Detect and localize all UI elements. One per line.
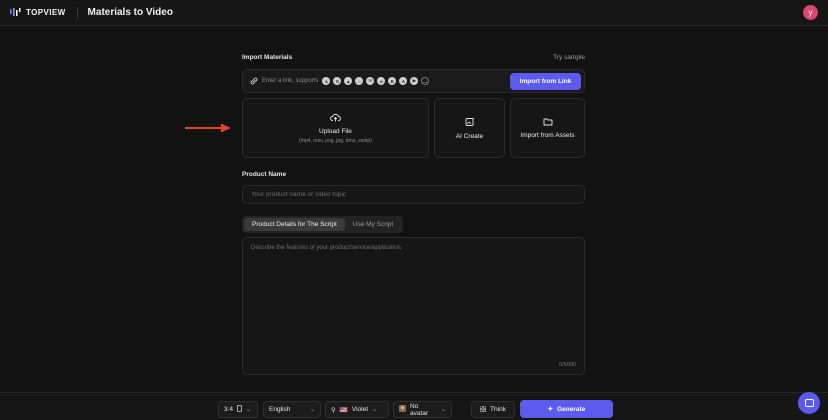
voice-pin-icon: ⚲ [331,406,336,414]
amazon-icon: a [322,77,331,85]
chevron-down-icon: ⌄ [246,407,252,413]
product-description-box: 0/5000 [242,237,585,375]
user-avatar[interactable]: y [803,5,818,20]
appstore-icon: A [399,77,408,85]
generate-button[interactable]: ✦ Generate [520,400,613,418]
chat-support-button[interactable] [798,392,820,414]
ai-create-title: AI Create [455,132,484,140]
ai-create-card[interactable]: AI Create [434,98,505,158]
supported-platforms: a S ▲ ⌂ ✉ e E A ▶ … [322,77,430,85]
generate-label: Generate [557,405,586,413]
main-area: Import Materials Try sample Enter a link… [0,26,828,392]
chevron-down-icon: ⌄ [440,407,446,413]
think-label: Think [490,406,506,413]
script-tabs: Product Details for The Script Use My Sc… [242,216,404,233]
ebay-icon: e [377,77,386,85]
link-input-placeholder[interactable]: Enter a link, supports [262,78,318,84]
folder-icon [543,117,553,128]
more-platforms-icon[interactable]: … [421,77,430,85]
tab-product-details[interactable]: Product Details for The Script [244,218,345,231]
import-materials-label: Import Materials [242,54,293,61]
product-name-input[interactable] [242,185,585,204]
header-divider [76,6,78,19]
import-from-assets-card[interactable]: Import from Assets [510,98,585,158]
link-import-bar: Enter a link, supports a S ▲ ⌂ ✉ e E A ▶… [242,69,585,93]
page-title: Materials to Video [87,7,173,18]
chevron-down-icon: ⌄ [372,407,378,413]
portrait-frame-icon [237,405,242,414]
top-bar: TOPVIEW Materials to Video y [0,0,828,26]
upload-cloud-icon [330,113,341,124]
avatar-value: No avatar [410,402,429,417]
sparkle-icon: ✦ [547,406,554,413]
avatar-select[interactable]: No avatar ⌄ [393,401,452,418]
try-sample-link[interactable]: Try sample [553,54,585,61]
red-arrow-annotation [185,123,231,133]
aspect-ratio-select[interactable]: 3:4 ⌄ [218,401,258,418]
ai-image-icon [465,117,475,129]
store-icon: ⌂ [355,77,364,85]
shop-bag-icon: ▲ [344,77,353,85]
tab-use-my-script[interactable]: Use My Script [345,218,401,231]
character-counter: 0/5000 [559,362,576,368]
avatar-thumb-icon [399,405,406,414]
import-header: Import Materials Try sample [242,54,585,61]
aspect-ratio-value: 3:4 [224,406,234,413]
product-name-label: Product Name [242,171,287,178]
us-flag-icon: 🇺🇸 [339,406,348,414]
mail-icon: ✉ [366,77,375,85]
play-store-icon: ▶ [410,77,419,85]
chevron-down-icon: ⌄ [309,407,315,413]
upload-file-card[interactable]: Upload File (mp4, mov, png, jpg, bmp, we… [242,98,429,158]
chat-icon [804,399,814,407]
etsy-icon: E [388,77,397,85]
bottom-toolbar: 3:4 ⌄ English ⌄ ⚲ 🇺🇸 Violet ⌄ No avatar … [0,392,828,420]
shopify-icon: S [333,77,342,85]
product-description-input[interactable] [243,238,584,374]
topview-logo[interactable]: TOPVIEW [10,8,66,17]
voice-value: Violet [351,406,369,413]
grid-icon [479,405,487,414]
think-button[interactable]: Think [471,401,515,418]
import-assets-title: Import from Assets [520,132,575,139]
upload-file-title: Upload File [319,127,352,135]
voice-select[interactable]: ⚲ 🇺🇸 Violet ⌄ [325,401,389,418]
import-from-link-button[interactable]: Import from Link [510,73,581,90]
language-value: English [269,406,291,413]
upload-formats: (mp4, mov, png, jpg, bmp, webp) [299,137,372,144]
language-select[interactable]: English ⌄ [263,401,321,418]
logo-text: TOPVIEW [26,8,66,17]
link-icon [250,77,258,85]
topview-logo-icon [10,8,21,16]
